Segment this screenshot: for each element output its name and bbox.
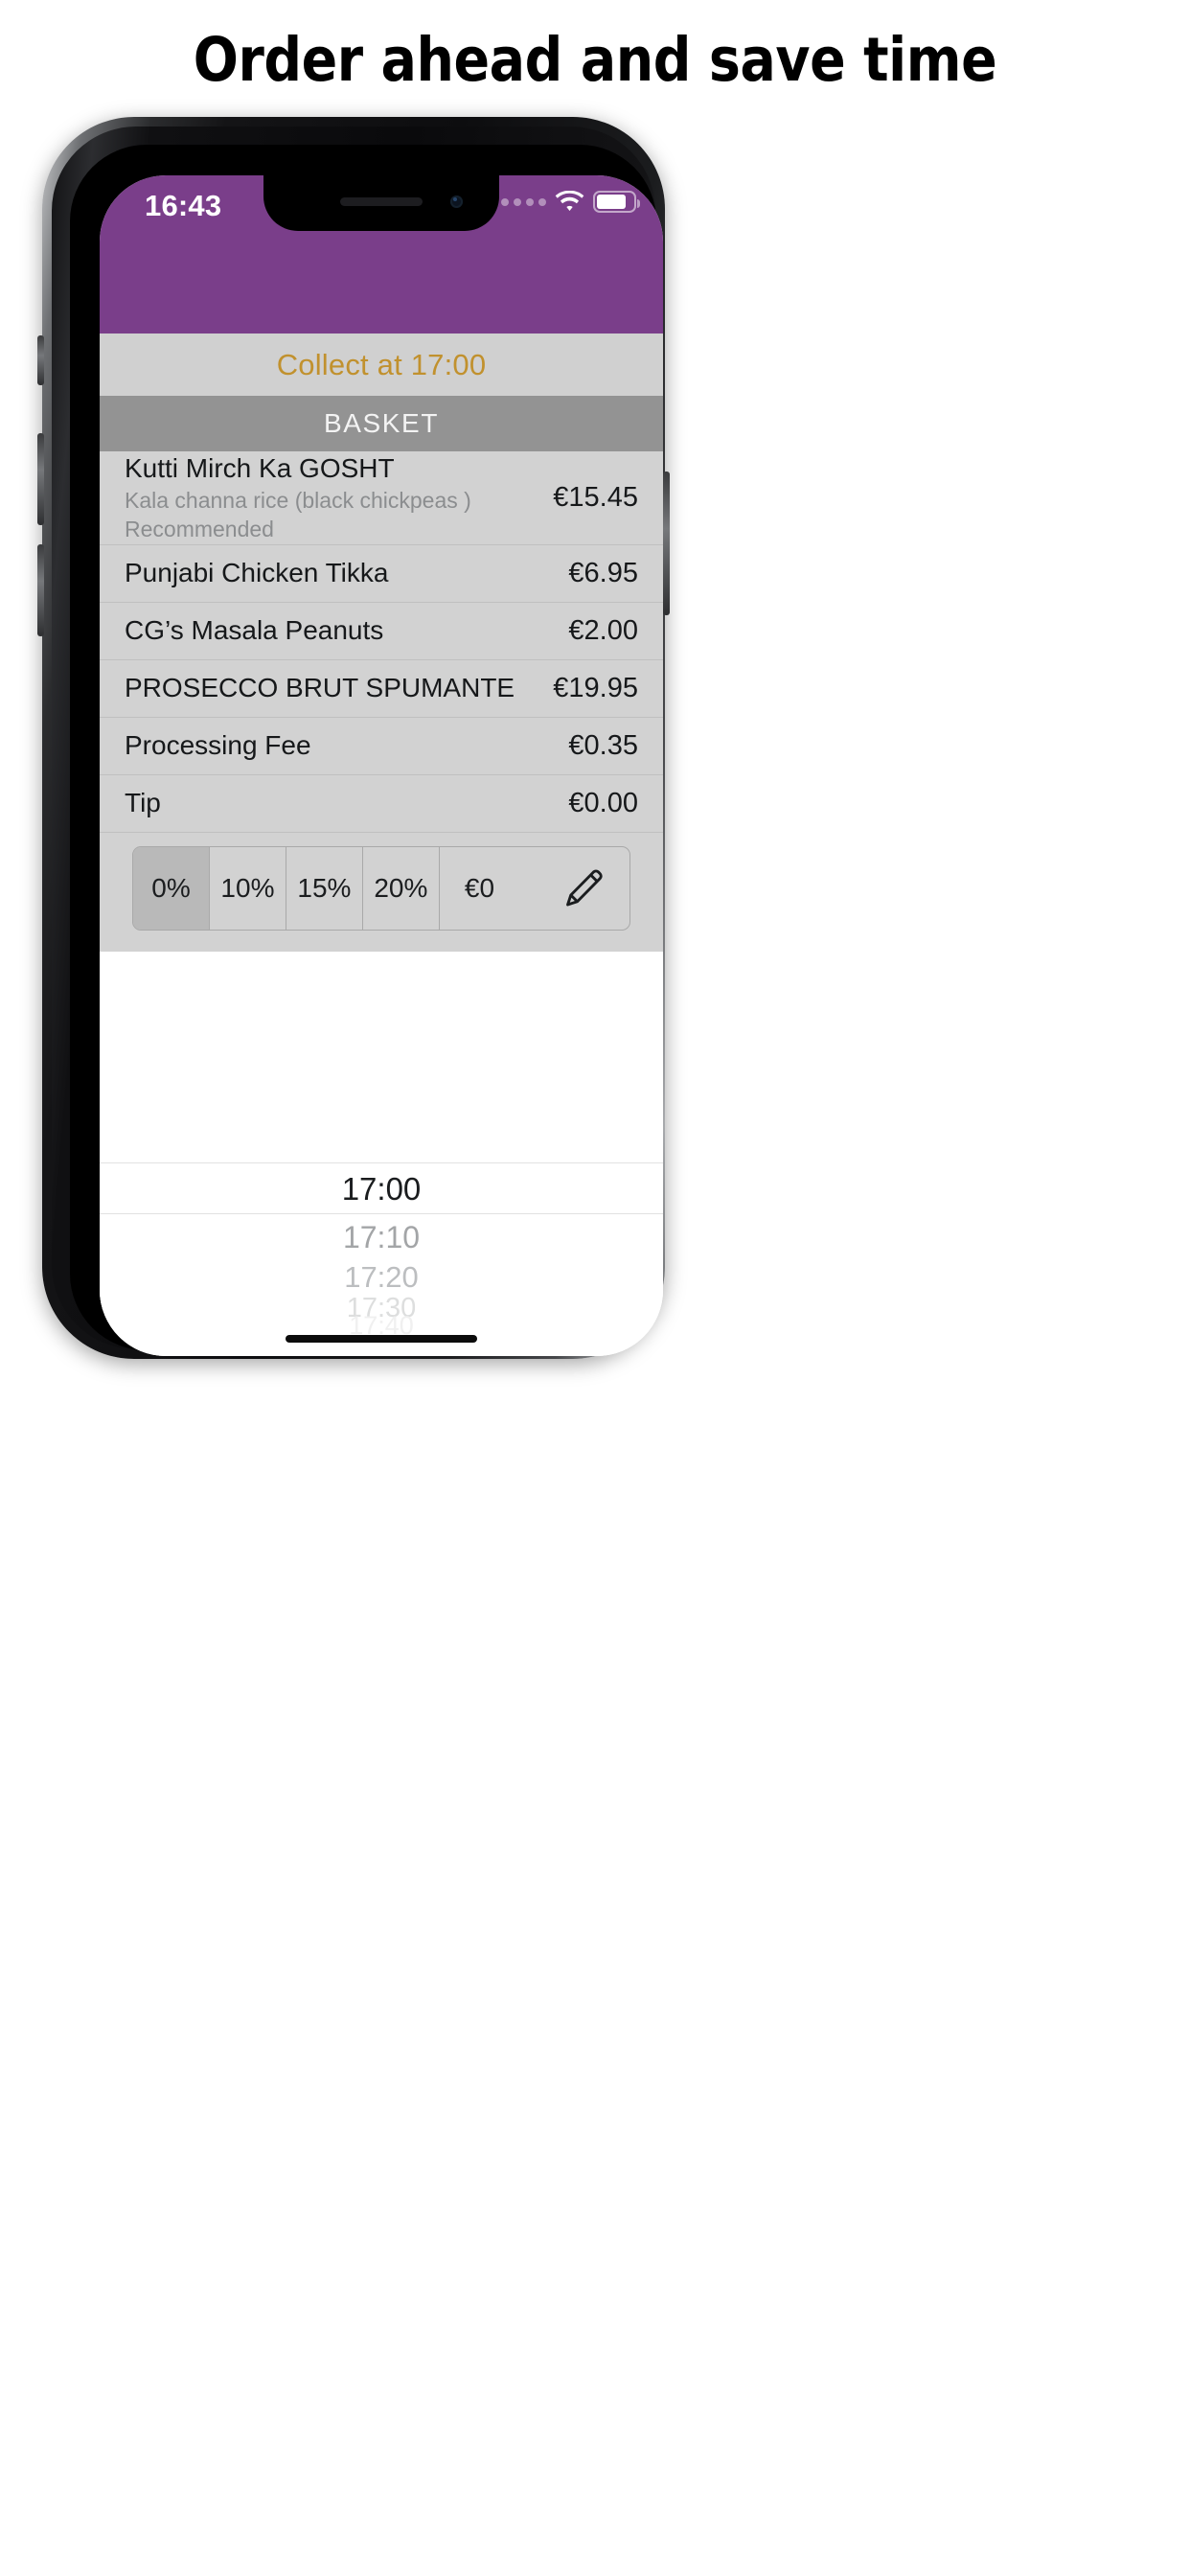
item-name: CG’s Masala Peanuts [125,615,384,646]
status-bar-time: 16:43 [145,189,222,222]
tip-custom-amount-value: €0 [464,872,495,903]
item-info: Punjabi Chicken Tikka [125,556,568,590]
tip-option-10[interactable]: 10% [210,846,286,930]
item-name: Punjabi Chicken Tikka [125,558,389,588]
item-name: PROSECCO BRUT SPUMANTE [125,673,515,703]
basket-list: Kutti Mirch Ka GOSHT Kala channa rice (b… [100,451,663,952]
table-row-tip: Tip €0.00 [100,775,663,833]
basket-section-header: BASKET [100,396,663,451]
tip-label: Tip [125,788,161,818]
page-title: Order ahead and save time [193,25,997,95]
device-inner-frame: 16:43 Collect at 17:00 BASKET Kutti Mirc… [52,126,663,1356]
item-price: €15.45 [553,481,638,513]
table-row[interactable]: Punjabi Chicken Tikka €6.95 [100,545,663,603]
collection-time-picker[interactable]: 17:00 17:10 17:20 17:30 17:40 [100,1162,663,1356]
power-button[interactable] [663,472,670,615]
table-row[interactable]: PROSECCO BRUT SPUMANTE €19.95 [100,660,663,718]
tip-option-15[interactable]: 15% [286,846,363,930]
phone-screen: 16:43 Collect at 17:00 BASKET Kutti Mirc… [100,175,663,1356]
item-note: Recommended [125,517,274,542]
item-price: €19.95 [553,672,638,703]
tip-selector-wrapper: 0% 10% 15% 20% €0 [100,832,663,952]
phone-device-frame: 16:43 Collect at 17:00 BASKET Kutti Mirc… [37,117,670,1359]
volume-up-button[interactable] [37,433,44,525]
picker-option[interactable]: 17:40 [100,1313,663,1339]
table-row[interactable]: Kutti Mirch Ka GOSHT Kala channa rice (b… [100,451,663,545]
tip-info: Tip [125,786,568,820]
collection-time-label: Collect at 17:00 [276,347,487,381]
item-price: €2.00 [568,614,638,646]
item-info: Kutti Mirch Ka GOSHT Kala channa rice (b… [125,451,553,544]
picker-option-selected[interactable]: 17:00 [100,1162,663,1214]
tip-option-20[interactable]: 20% [363,846,440,930]
item-info: CG’s Masala Peanuts [125,613,568,648]
table-row[interactable]: CG’s Masala Peanuts €2.00 [100,603,663,660]
fee-info: Processing Fee [125,728,568,763]
pencil-icon[interactable] [562,867,605,909]
tip-price: €0.00 [568,787,638,818]
table-row-processing-fee: Processing Fee €0.35 [100,718,663,775]
volume-down-button[interactable] [37,544,44,636]
tip-custom-amount-field[interactable]: €0 [440,847,629,930]
item-option: Kala channa rice (black chickpeas ) [125,487,471,513]
battery-icon [593,191,640,213]
wifi-icon [555,191,584,211]
fee-price: €0.35 [568,729,638,761]
basket-header-label: BASKET [323,408,440,438]
tip-segmented-control: 0% 10% 15% 20% €0 [132,845,630,931]
device-bezel: 16:43 Collect at 17:00 BASKET Kutti Mirc… [70,145,663,1356]
status-bar: 16:43 [100,175,663,231]
item-info: PROSECCO BRUT SPUMANTE [125,671,553,705]
item-price: €6.95 [568,557,638,588]
collection-time-banner[interactable]: Collect at 17:00 [100,334,663,396]
home-indicator[interactable] [286,1335,477,1343]
picker-option[interactable]: 17:10 [100,1216,663,1258]
mute-switch[interactable] [37,335,44,385]
item-name: Kutti Mirch Ka GOSHT [125,453,395,483]
signal-dots-icon [501,197,546,206]
fee-label: Processing Fee [125,730,311,761]
tip-option-0[interactable]: 0% [133,846,210,930]
picker-option[interactable]: 17:20 [100,1258,663,1297]
status-bar-indicators [501,191,640,213]
